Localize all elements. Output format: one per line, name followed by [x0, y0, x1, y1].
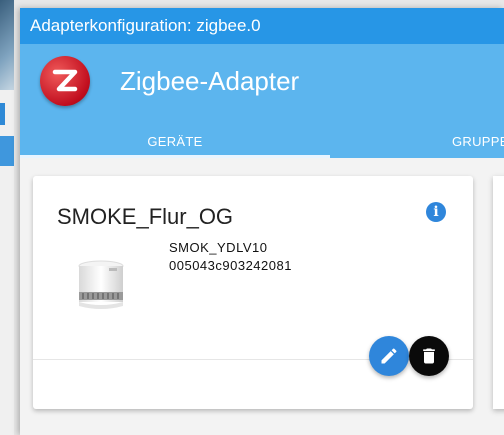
zigbee-logo-icon — [40, 56, 90, 106]
background-nav-item — [0, 136, 14, 166]
background-app-image — [0, 0, 14, 90]
background-nav-indicator — [0, 103, 5, 125]
info-icon[interactable]: i — [426, 202, 446, 222]
next-device-card — [493, 176, 504, 409]
device-model: SMOK_YDLV10 — [169, 240, 268, 255]
window-titlebar: Adapterkonfiguration: zigbee.0 — [20, 8, 504, 44]
active-tab-indicator — [20, 155, 330, 158]
pencil-icon — [381, 348, 397, 364]
tab-label: GRUPPE — [452, 133, 504, 149]
tab-gruppen[interactable]: GRUPPE — [430, 124, 504, 158]
app-title: Zigbee-Adapter — [120, 66, 300, 96]
edit-button[interactable] — [369, 336, 409, 376]
adapter-header: Zigbee-Adapter GERÄTE GRUPPE — [20, 44, 504, 158]
trash-icon — [423, 348, 435, 364]
adapter-config-dialog: Adapterkonfiguration: zigbee.0 Zigbee-Ad… — [20, 8, 504, 435]
device-card: SMOKE_Flur_OG i SMOK_YDLV10 005043c90324… — [33, 176, 473, 409]
device-name: SMOKE_Flur_OG — [57, 204, 234, 229]
device-ieee-address: 005043c903242081 — [169, 258, 292, 273]
background-app-strip — [0, 0, 14, 435]
delete-button[interactable] — [409, 336, 449, 376]
tab-label: GERÄTE — [147, 133, 203, 149]
smoke-detector-icon — [71, 256, 131, 316]
tab-geraete[interactable]: GERÄTE — [20, 124, 330, 158]
window-title: Adapterkonfiguration: zigbee.0 — [30, 16, 261, 35]
